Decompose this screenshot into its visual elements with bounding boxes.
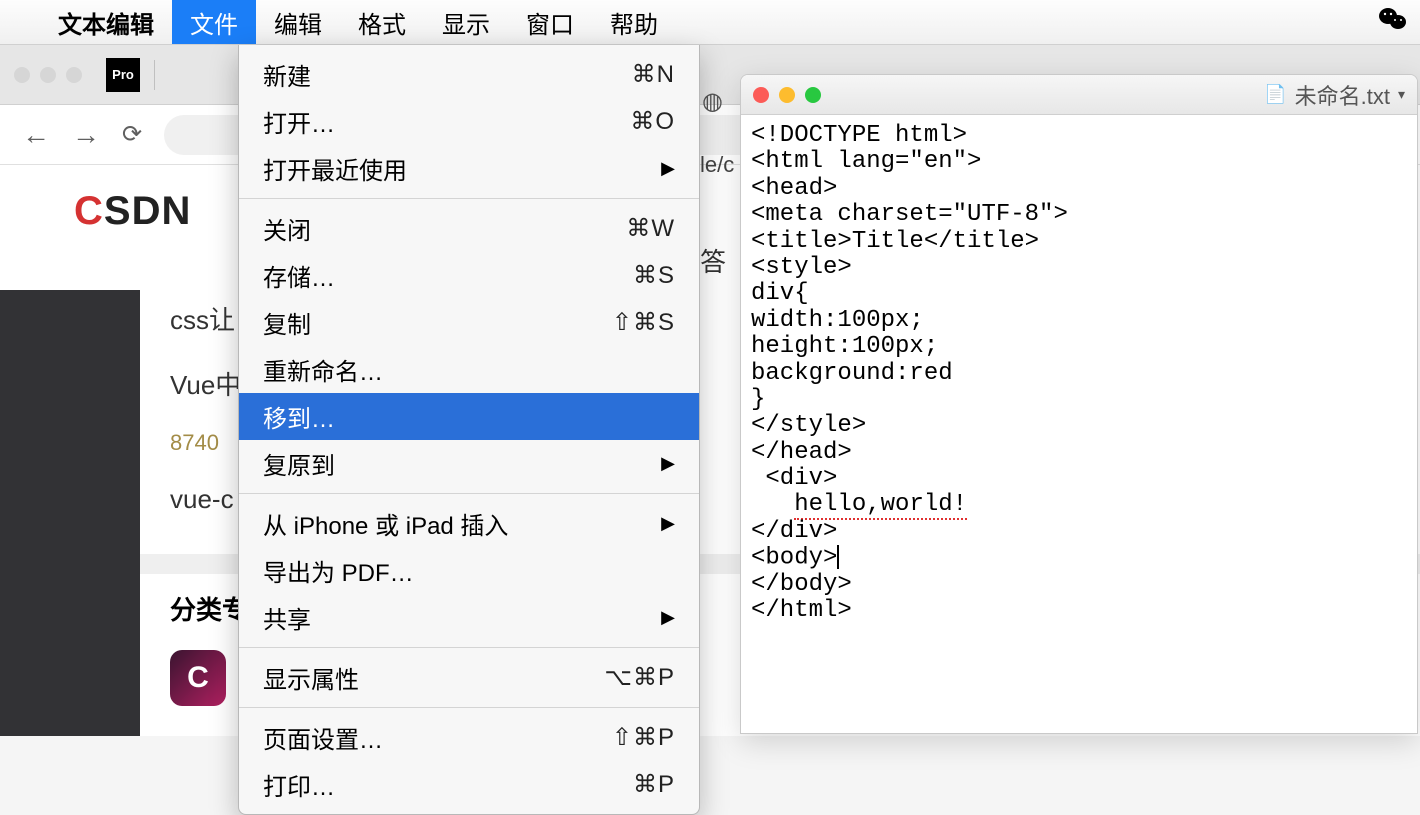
menu-item[interactable]: 共享▶ [239, 594, 699, 641]
tab-separator [154, 60, 155, 90]
window-title: 📄 未命名.txt ▾ [1264, 79, 1405, 111]
submenu-arrow-icon: ▶ [661, 453, 675, 474]
system-menubar: 文本编辑 文件 编辑 格式 显示 窗口 帮助 [0, 0, 1420, 45]
minimize-button[interactable] [779, 87, 795, 103]
menu-item[interactable]: 从 iPhone 或 iPad 插入▶ [239, 500, 699, 547]
menu-item[interactable]: 打开最近使用▶ [239, 145, 699, 192]
menu-separator [239, 647, 699, 648]
browser-traffic-lights[interactable] [14, 67, 82, 83]
zoom-button[interactable] [805, 87, 821, 103]
submenu-arrow-icon: ▶ [661, 513, 675, 534]
menu-format[interactable]: 格式 [340, 0, 424, 44]
menu-item[interactable]: 复制⇧⌘S [239, 299, 699, 346]
editor-text-area[interactable]: <!DOCTYPE html> <html lang="en"> <head> … [741, 115, 1417, 733]
textedit-traffic-lights[interactable] [753, 87, 821, 103]
globe-icon: ◍ [702, 87, 723, 116]
file-menu-dropdown: 新建⌘N打开…⌘O打开最近使用▶ 关闭⌘W存储…⌘S复制⇧⌘S重新命名…移到…复原… [238, 45, 700, 815]
menu-item[interactable]: 显示属性⌥⌘P [239, 654, 699, 701]
answer-fragment: 答 [700, 242, 726, 279]
forward-button[interactable]: → [72, 119, 100, 151]
menu-item[interactable]: 导出为 PDF… [239, 547, 699, 594]
menu-edit[interactable]: 编辑 [256, 0, 340, 44]
menu-separator [239, 707, 699, 708]
menu-item[interactable]: 打开…⌘O [239, 98, 699, 145]
menu-help[interactable]: 帮助 [592, 0, 676, 44]
dropdown-chevron-icon[interactable]: ▾ [1398, 86, 1405, 103]
list-count: 8740 [170, 430, 241, 456]
menu-item[interactable]: 新建⌘N [239, 51, 699, 98]
document-title: 未命名.txt [1295, 79, 1390, 111]
content-list: css让 Vue中 8740 vue-c [170, 300, 241, 543]
menu-file[interactable]: 文件 [172, 0, 256, 44]
menu-item[interactable]: 移到… [239, 393, 699, 440]
address-fragment: le/c [700, 152, 734, 178]
back-button[interactable]: ← [22, 119, 50, 151]
category-heading: 分类专 [170, 590, 248, 627]
menu-item[interactable]: 重新命名… [239, 346, 699, 393]
list-item[interactable]: Vue中 [170, 365, 241, 402]
submenu-arrow-icon: ▶ [661, 158, 675, 179]
textedit-titlebar[interactable]: 📄 未命名.txt ▾ [741, 75, 1417, 115]
close-button[interactable] [753, 87, 769, 103]
reload-button[interactable]: ⟳ [122, 120, 142, 149]
pro-badge: Pro [106, 58, 140, 92]
menu-separator [239, 198, 699, 199]
menu-item[interactable]: 复原到▶ [239, 440, 699, 487]
menu-item[interactable]: 存储…⌘S [239, 252, 699, 299]
category-icon[interactable]: C [170, 650, 226, 706]
app-name[interactable]: 文本编辑 [40, 0, 172, 44]
list-item[interactable]: vue-c [170, 484, 241, 515]
sidebar-dark-panel [0, 290, 140, 736]
menu-item[interactable]: 关闭⌘W [239, 205, 699, 252]
menu-window[interactable]: 窗口 [508, 0, 592, 44]
wechat-icon[interactable] [1378, 6, 1408, 39]
menu-view[interactable]: 显示 [424, 0, 508, 44]
menu-separator [239, 493, 699, 494]
submenu-arrow-icon: ▶ [661, 607, 675, 628]
list-item[interactable]: css让 [170, 300, 241, 337]
menu-item[interactable]: 打印…⌘P [239, 761, 699, 808]
document-icon: 📄 [1264, 84, 1286, 105]
textedit-window: 📄 未命名.txt ▾ <!DOCTYPE html> <html lang="… [740, 74, 1418, 734]
menu-item[interactable]: 页面设置…⇧⌘P [239, 714, 699, 761]
